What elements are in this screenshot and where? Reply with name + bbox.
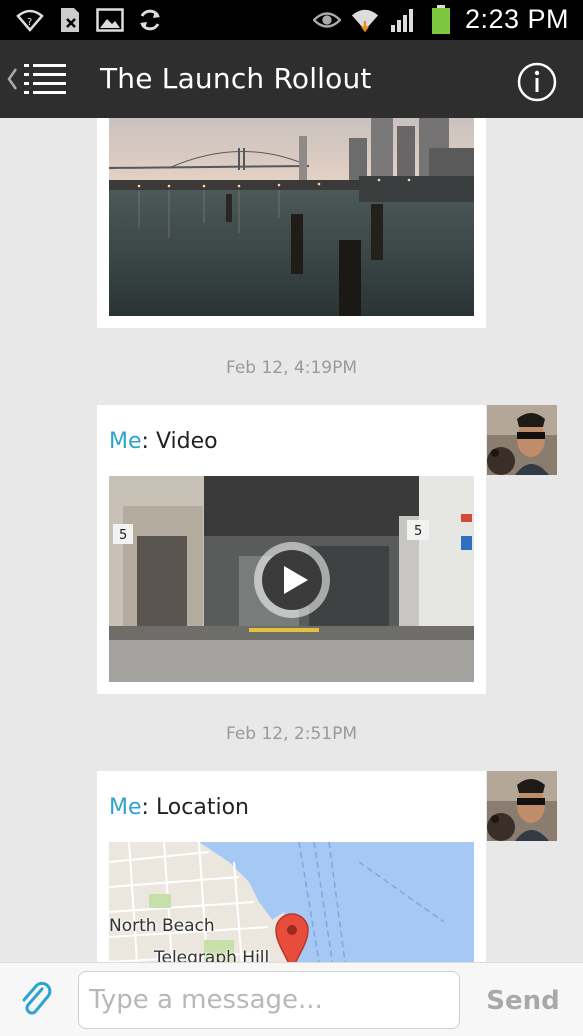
svg-text:5: 5 (119, 528, 127, 543)
gallery-icon (96, 7, 124, 33)
sender-name[interactable]: Me (109, 429, 142, 454)
map-label-telegraph-hill: Telegraph Hill (154, 948, 270, 962)
status-bar: ? 2:23 PM (0, 0, 583, 40)
conversation-title: The Launch Rollout (100, 62, 372, 95)
message-input[interactable] (78, 971, 460, 1029)
svg-text:5: 5 (414, 524, 422, 539)
user-avatar-photo (487, 405, 557, 475)
back-chevron-icon[interactable] (6, 66, 18, 92)
wifi-hotspot-icon: ? (16, 7, 44, 33)
message-kind: Video (155, 429, 218, 454)
send-button[interactable]: Send (478, 981, 568, 1021)
signal-icon (389, 7, 417, 33)
map-pin-icon[interactable] (274, 912, 310, 962)
avatar[interactable] (487, 405, 557, 475)
clock: 2:23 PM (464, 4, 569, 34)
no-sim-icon (56, 7, 84, 33)
photo-attachment[interactable] (109, 118, 474, 316)
play-icon (254, 542, 330, 618)
location-map[interactable]: North Beach Telegraph Hill (109, 842, 474, 962)
video-thumbnail[interactable]: 5 5 (109, 476, 474, 682)
message-composer: Send (0, 962, 583, 1036)
timestamp: Feb 12, 2:51PM (225, 724, 358, 744)
user-avatar-photo (487, 771, 557, 841)
bay-bridge-photo (109, 118, 474, 316)
message-sender-line: Me: Video (109, 429, 218, 454)
message-sender-line: Me: Location (109, 795, 249, 820)
photo-message[interactable] (97, 118, 486, 328)
wifi-icon (351, 7, 379, 33)
conversation-list-icon[interactable] (22, 60, 68, 100)
sync-icon (136, 7, 164, 33)
app-bar: The Launch Rollout (0, 40, 583, 118)
play-button[interactable] (252, 540, 332, 620)
message-kind: Location (155, 795, 249, 820)
location-message[interactable]: Me: Location North Beach Telegraph Hill (97, 771, 486, 962)
battery-icon (427, 4, 455, 34)
sender-name[interactable]: Me (109, 795, 142, 820)
message-list[interactable]: Feb 12, 4:19PM Me: Video 5 5 Feb 12, 2:5… (0, 118, 583, 962)
eye-icon (312, 7, 341, 33)
paperclip-icon[interactable] (20, 981, 54, 1019)
sender-separator: : (141, 429, 156, 454)
info-icon[interactable] (516, 61, 558, 103)
avatar[interactable] (487, 771, 557, 841)
svg-text:?: ? (27, 17, 32, 28)
video-message[interactable]: Me: Video 5 5 (97, 405, 486, 694)
timestamp: Feb 12, 4:19PM (225, 358, 358, 378)
sender-separator: : (141, 795, 156, 820)
map-label-north-beach: North Beach (109, 916, 215, 936)
